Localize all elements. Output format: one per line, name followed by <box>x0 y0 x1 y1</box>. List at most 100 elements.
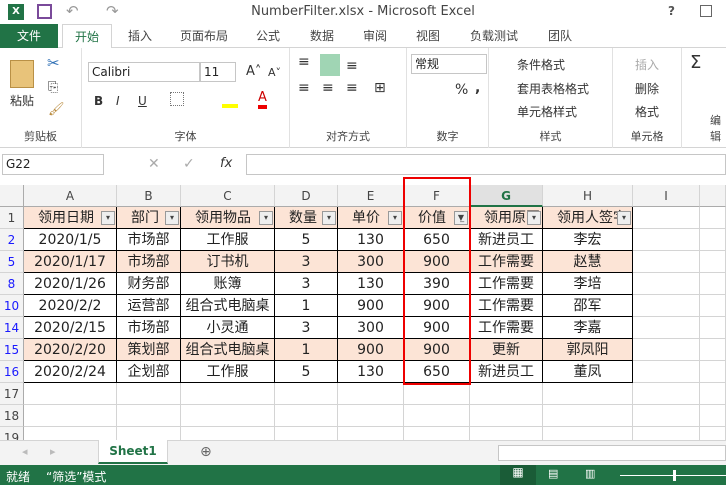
data-cell[interactable]: 300 <box>338 317 404 339</box>
bold-button[interactable]: B <box>94 94 103 108</box>
data-cell[interactable]: 组合式电脑桌 <box>181 339 275 361</box>
data-cell[interactable]: 企划部 <box>117 361 181 383</box>
font-size-select[interactable]: 11 <box>200 62 236 82</box>
row-header[interactable]: 8 <box>0 273 24 295</box>
row-header[interactable]: 18 <box>0 405 24 427</box>
tab-formulas[interactable]: 公式 <box>250 24 286 48</box>
grow-font-icon[interactable]: A˄ <box>246 64 261 79</box>
font-color-icon[interactable]: A <box>258 90 267 109</box>
data-cell[interactable]: 2020/2/2 <box>24 295 117 317</box>
data-cell[interactable]: 130 <box>338 229 404 251</box>
data-cell[interactable]: 2020/1/17 <box>24 251 117 273</box>
cell[interactable] <box>700 295 726 317</box>
cancel-icon[interactable]: ✕ <box>148 156 160 172</box>
data-cell[interactable]: 组合式电脑桌 <box>181 295 275 317</box>
row-header[interactable]: 17 <box>0 383 24 405</box>
data-cell[interactable]: 工作服 <box>181 361 275 383</box>
cell[interactable] <box>404 405 470 427</box>
delete-cells-button[interactable]: 删除 <box>635 80 659 97</box>
percent-button[interactable]: % <box>455 82 468 98</box>
cell[interactable] <box>700 361 726 383</box>
cell[interactable] <box>633 207 700 229</box>
data-cell[interactable]: 董凤 <box>543 361 633 383</box>
cut-icon[interactable]: ✂ <box>47 54 60 72</box>
filter-header-cell[interactable]: 数量 ▾ <box>275 207 338 229</box>
add-sheet-icon[interactable]: ⊕ <box>200 444 212 460</box>
cell[interactable] <box>700 229 726 251</box>
font-name-select[interactable]: Calibri <box>88 62 200 82</box>
shrink-font-icon[interactable]: A˅ <box>268 66 281 79</box>
autosum-button[interactable]: Σ <box>690 52 701 73</box>
help-icon[interactable]: ? <box>668 4 675 18</box>
cell[interactable] <box>700 207 726 229</box>
cell[interactable] <box>181 405 275 427</box>
merge-center-icon[interactable]: ⊞ <box>374 80 386 96</box>
cell[interactable] <box>700 405 726 427</box>
filter-dropdown-icon[interactable]: ▾ <box>259 211 273 225</box>
data-cell[interactable]: 小灵通 <box>181 317 275 339</box>
filter-dropdown-icon[interactable]: ▾ <box>388 211 402 225</box>
format-cells-button[interactable]: 格式 <box>635 103 659 120</box>
horizontal-scrollbar[interactable] <box>498 445 726 461</box>
row-header[interactable]: 2 <box>0 229 24 251</box>
italic-button[interactable]: I <box>116 94 120 108</box>
data-cell[interactable]: 账簿 <box>181 273 275 295</box>
cell[interactable] <box>633 295 700 317</box>
cell[interactable] <box>470 383 543 405</box>
cell[interactable] <box>275 383 338 405</box>
insert-cells-button[interactable]: 插入 <box>635 56 659 73</box>
data-cell[interactable]: 工作需要 <box>470 295 543 317</box>
cell[interactable] <box>633 317 700 339</box>
cell[interactable] <box>633 251 700 273</box>
cell[interactable] <box>700 383 726 405</box>
column-header-i[interactable]: I <box>633 185 700 207</box>
cell[interactable] <box>700 339 726 361</box>
scroll-left-icon[interactable]: ◂ <box>22 445 28 458</box>
tab-view[interactable]: 视图 <box>408 24 448 48</box>
data-cell[interactable]: 更新 <box>470 339 543 361</box>
filter-dropdown-icon[interactable]: ▾ <box>527 211 541 225</box>
middle-align-icon[interactable] <box>320 54 340 76</box>
cell[interactable] <box>117 405 181 427</box>
cell[interactable] <box>338 383 404 405</box>
tab-insert[interactable]: 插入 <box>120 24 160 48</box>
cell[interactable] <box>117 383 181 405</box>
name-box[interactable]: G22 <box>2 154 104 175</box>
cell[interactable] <box>633 339 700 361</box>
top-align-icon[interactable]: ≡ <box>298 54 310 70</box>
cell[interactable] <box>543 383 633 405</box>
filter-dropdown-icon[interactable]: ▾ <box>617 211 631 225</box>
format-painter-icon[interactable]: 🖌 <box>48 102 65 117</box>
data-cell[interactable]: 1 <box>275 295 338 317</box>
data-cell[interactable]: 运营部 <box>117 295 181 317</box>
align-left-icon[interactable]: ≡ <box>298 80 310 96</box>
page-layout-view-icon[interactable]: ▤ <box>548 467 558 480</box>
filter-header-cell[interactable]: 领用日期 ▾ <box>24 207 117 229</box>
column-header-c[interactable]: C <box>181 185 275 207</box>
ribbon-display-icon[interactable] <box>700 5 712 17</box>
conditional-format-button[interactable]: 条件格式 <box>517 56 565 73</box>
paste-button[interactable]: 粘贴 <box>10 92 34 109</box>
tab-page-layout[interactable]: 页面布局 <box>172 24 236 48</box>
tab-file[interactable]: 文件 <box>0 24 58 48</box>
data-cell[interactable]: 赵慧 <box>543 251 633 273</box>
tab-data[interactable]: 数据 <box>302 24 342 48</box>
zoom-slider-thumb[interactable] <box>673 470 676 481</box>
select-all-button[interactable] <box>0 185 24 207</box>
data-cell[interactable]: 130 <box>338 273 404 295</box>
cell[interactable] <box>275 405 338 427</box>
align-right-icon[interactable]: ≡ <box>346 80 358 96</box>
scroll-right-icon[interactable]: ▸ <box>50 445 56 458</box>
underline-button[interactable]: U <box>138 94 147 108</box>
data-cell[interactable]: 300 <box>338 251 404 273</box>
comma-button[interactable]: , <box>475 80 480 96</box>
column-header-h[interactable]: H <box>543 185 633 207</box>
cell[interactable] <box>470 405 543 427</box>
cell[interactable] <box>24 383 117 405</box>
tab-team[interactable]: 团队 <box>540 24 580 48</box>
data-cell[interactable]: 新进员工 <box>470 361 543 383</box>
row-header[interactable]: 1 <box>0 207 24 229</box>
cell[interactable] <box>700 251 726 273</box>
data-cell[interactable]: 邵军 <box>543 295 633 317</box>
data-cell[interactable]: 工作服 <box>181 229 275 251</box>
